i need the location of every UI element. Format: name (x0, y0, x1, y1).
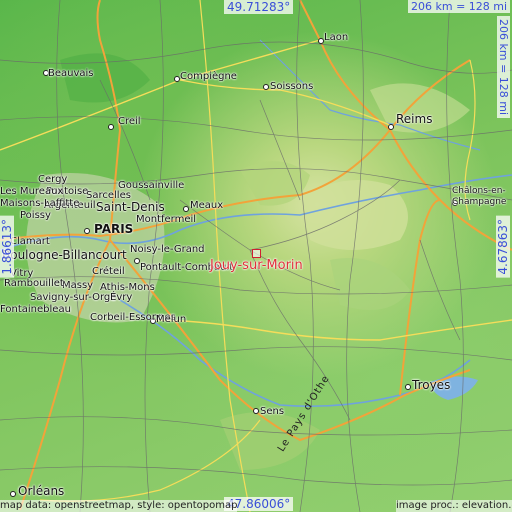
city-dot (183, 206, 189, 212)
place-label-compiegne: Compiègne (180, 71, 237, 82)
east-longitude-label: 4.67863° (496, 216, 510, 278)
image-processing-credit: image proc.: elevation.city (396, 500, 512, 512)
place-label-orleans: Orléans (18, 484, 65, 498)
place-label-boulogne-billancourt: Boulogne-Billancourt (2, 248, 127, 262)
city-dot (84, 228, 90, 234)
city-dot (405, 384, 411, 390)
north-latitude-label: 49.71283° (224, 0, 294, 14)
place-label-maisons-laffitte: Maisons-Laffitte (0, 198, 80, 209)
place-label-soissons: Soissons (270, 81, 314, 92)
place-label-evry: Évry (110, 292, 133, 303)
place-label-les-mureaux: Les Mureaux (0, 186, 64, 197)
place-label-montfermeil: Montfermeil (136, 214, 197, 225)
location-marker-icon[interactable] (252, 249, 261, 258)
place-label-fontainebleau: Fontainebleau (0, 304, 71, 315)
place-label-massy: Massy (62, 280, 94, 291)
place-label-beauvais: Beauvais (48, 68, 94, 79)
place-label-meaux: Meaux (190, 200, 224, 211)
west-longitude-label: 1.86613° (0, 216, 14, 278)
place-label-cergy: Cergy (38, 174, 68, 185)
place-label-rambouillet: Rambouillet (4, 278, 64, 289)
place-label-poissy: Poissy (20, 210, 51, 221)
horizontal-scale-label: 206 km = 128 mi (408, 0, 511, 13)
place-label-sens: Sens (260, 406, 285, 417)
place-label-saint-denis: Saint-Denis (96, 200, 165, 214)
place-label-creteil: Créteil (92, 266, 125, 277)
place-label-savigny-sur-orge: Savigny-sur-Orge (30, 292, 117, 303)
place-label-chalons-en-champagne: Châlons-en-Champagne (452, 186, 507, 207)
city-dot (10, 491, 16, 497)
place-label-paris: PARIS (94, 222, 134, 236)
place-label-troyes: Troyes (412, 378, 451, 392)
city-dot (388, 124, 394, 130)
city-dot (253, 408, 259, 414)
vertical-scale-label: 206 km = 128 mi (497, 16, 510, 119)
place-label-clamart: Clamart (10, 236, 50, 247)
city-dot (108, 124, 114, 130)
map-data-credit: map data: openstreetmap, style: opentopo… (0, 500, 238, 512)
place-label-laon: Laon (324, 32, 349, 43)
place-label-creil: Creil (118, 116, 141, 127)
topographic-map[interactable]: Laon Beauvais Compiègne Soissons Creil R… (0, 0, 512, 512)
place-label-noisy-le-grand: Noisy-le-Grand (130, 244, 205, 255)
city-dot (263, 84, 269, 90)
place-label-melun: Melun (156, 314, 187, 325)
place-label-reims: Reims (396, 112, 433, 126)
target-place-label[interactable]: Jouy-sur-Morin (210, 258, 303, 273)
